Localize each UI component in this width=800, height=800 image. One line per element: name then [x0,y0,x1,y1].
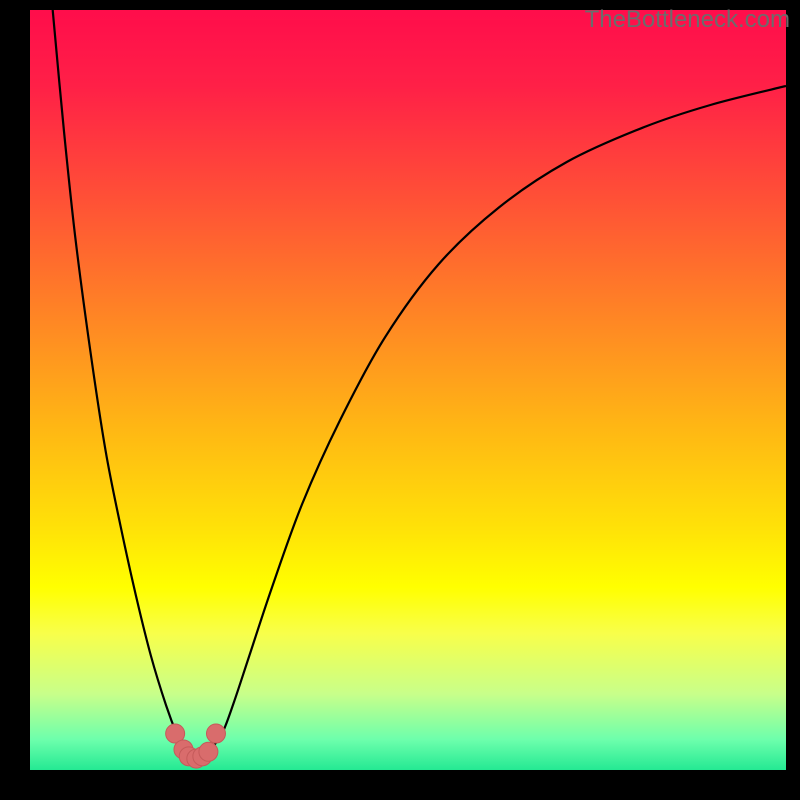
cluster-dot [206,724,225,743]
cluster-dot [199,742,218,761]
chart-frame [30,10,786,770]
chart-svg [30,10,786,770]
gradient-background [30,10,786,770]
watermark-text: TheBottleneck.com [585,6,790,34]
